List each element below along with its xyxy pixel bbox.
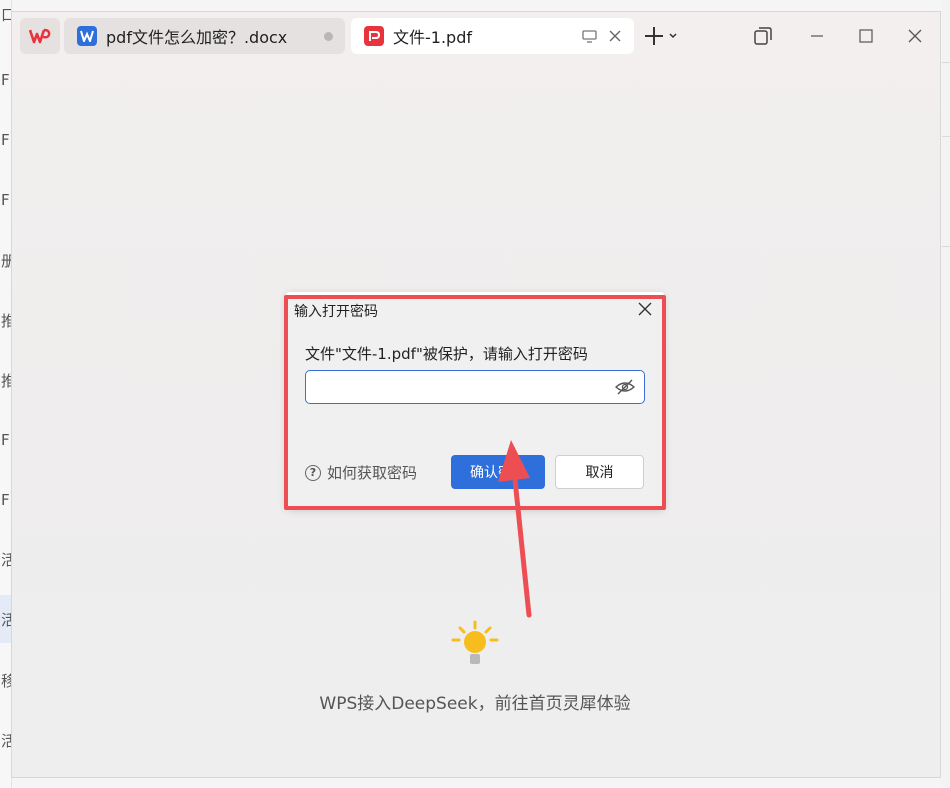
close-icon <box>908 29 922 43</box>
maximize-icon <box>859 29 873 43</box>
close-tab-icon[interactable] <box>606 27 624 45</box>
wps-writer-icon <box>77 26 97 46</box>
title-bar: pdf文件怎么加密？.docx 文件-1.pdf <box>12 12 942 58</box>
tab-pdf[interactable]: 文件-1.pdf <box>351 18 634 54</box>
tab-label: pdf文件怎么加密？.docx <box>106 28 288 47</box>
wps-logo-icon <box>29 28 51 44</box>
window-layout-button[interactable] <box>751 22 775 50</box>
background-glyph: F <box>1 191 10 209</box>
new-tab-button[interactable] <box>641 22 681 50</box>
minimize-button[interactable] <box>805 22 829 50</box>
wps-pdf-icon <box>364 26 384 46</box>
wps-home-button[interactable] <box>20 18 60 54</box>
chevron-down-icon <box>669 33 677 39</box>
restore-windows-icon <box>754 27 772 45</box>
annotation-highlight-box <box>284 295 666 510</box>
minimize-icon <box>811 35 823 37</box>
background-glyph: F <box>1 71 10 89</box>
lightbulb-icon <box>451 620 499 664</box>
maximize-button[interactable] <box>854 22 878 50</box>
background-glyph: F <box>1 131 10 149</box>
tab-docx[interactable]: pdf文件怎么加密？.docx <box>64 18 345 54</box>
background-app-right-edge <box>942 0 950 788</box>
close-window-button[interactable] <box>903 22 927 50</box>
background-glyph: F <box>1 431 10 449</box>
unsaved-dot-icon <box>324 32 333 41</box>
tab-label: 文件-1.pdf <box>393 28 472 47</box>
deepseek-promo-text[interactable]: WPS接入DeepSeek，前往首页灵犀体验 <box>0 689 950 714</box>
monitor-icon[interactable] <box>580 27 598 45</box>
plus-icon <box>645 27 663 45</box>
background-glyph: F <box>1 491 10 509</box>
